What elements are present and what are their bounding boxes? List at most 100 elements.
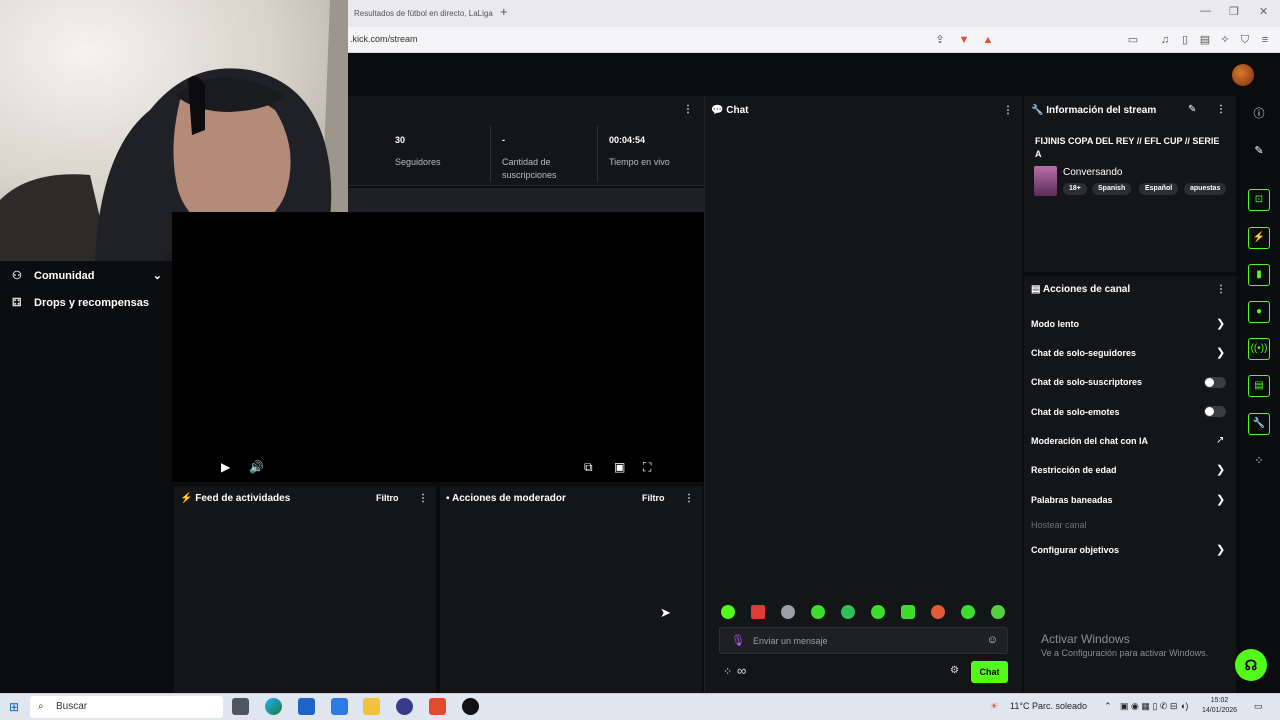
stats-kebab-icon[interactable]: ⋮: [683, 104, 693, 115]
weather-text[interactable]: 11°C Parc. soleado: [1010, 701, 1087, 711]
taskbar-search-input[interactable]: ⌕ Buscar: [30, 696, 223, 718]
obs-icon[interactable]: [396, 698, 413, 715]
channel-actions-kebab-icon[interactable]: ⋮: [1216, 284, 1226, 295]
category-thumbnail[interactable]: [1034, 166, 1057, 196]
chat-points-icon[interactable]: ⁘: [723, 665, 732, 678]
emote-icon[interactable]: [811, 605, 825, 619]
chat-kebab-icon[interactable]: ⋮: [1003, 105, 1013, 116]
live-time-label: Tiempo en vivo: [609, 157, 670, 167]
menu-icon[interactable]: ≡: [1258, 33, 1272, 47]
weather-icon[interactable]: ☀: [990, 701, 998, 712]
tag-badge[interactable]: 18+: [1063, 183, 1087, 195]
tag-badge[interactable]: Español: [1139, 183, 1179, 195]
brave-icon[interactable]: [429, 698, 446, 715]
browser-tab[interactable]: Resultados de fútbol en directo, LaLiga: [348, 3, 498, 25]
action-slow-mode[interactable]: Modo lento: [1031, 319, 1079, 329]
help-support-button[interactable]: ☊: [1235, 649, 1267, 681]
emote-icon[interactable]: [841, 605, 855, 619]
brave-rewards-icon[interactable]: ▲: [981, 33, 995, 47]
volume-icon[interactable]: 🔊: [249, 460, 264, 474]
file-explorer-icon[interactable]: [363, 698, 380, 715]
bolt-icon[interactable]: ⚡: [1248, 227, 1270, 249]
window-minimize-button[interactable]: —: [1200, 5, 1211, 17]
emote-icon[interactable]: [961, 605, 975, 619]
wrench-icon[interactable]: 🔧: [1248, 413, 1270, 435]
edge-icon[interactable]: [265, 698, 282, 715]
emote-icon[interactable]: [991, 605, 1005, 619]
document-icon[interactable]: ▮: [1248, 264, 1270, 286]
taskbar-clock[interactable]: 15:02 14/01/2026: [1202, 696, 1237, 716]
broadcast-icon[interactable]: ((•)): [1248, 338, 1270, 360]
tag-badge[interactable]: Spanish: [1092, 183, 1132, 195]
feed-kebab-icon[interactable]: ⋮: [418, 493, 428, 504]
emote-icon[interactable]: [721, 605, 735, 619]
sidebar-item-comunidad[interactable]: ⚇ Comunidad ⌄: [12, 269, 162, 282]
theater-mode-icon[interactable]: ▣: [614, 460, 625, 474]
sidebar-toggle-icon[interactable]: ▯: [1178, 33, 1192, 47]
followers-label: Seguidores: [395, 157, 441, 167]
task-view-icon[interactable]: [232, 698, 249, 715]
window-close-button[interactable]: ✕: [1259, 5, 1268, 18]
chevron-right-icon[interactable]: ❯: [1216, 317, 1225, 330]
windows-start-icon[interactable]: ⊞: [9, 700, 19, 714]
mail-icon[interactable]: [331, 698, 348, 715]
screenshot-icon[interactable]: ▭: [1126, 33, 1140, 47]
action-followers-only[interactable]: Chat de solo-seguidores: [1031, 348, 1136, 358]
chevron-right-icon[interactable]: ❯: [1216, 346, 1225, 359]
wallet-icon[interactable]: ▤: [1198, 33, 1212, 47]
emote-icon[interactable]: [751, 605, 765, 619]
media-icon[interactable]: ♫: [1158, 33, 1172, 47]
chat-icon[interactable]: ●: [1248, 301, 1270, 323]
pencil-icon[interactable]: ✎: [1248, 140, 1270, 162]
chevron-right-icon[interactable]: ❯: [1216, 493, 1225, 506]
miniplayer-icon[interactable]: ⧉: [584, 460, 593, 475]
fullscreen-icon[interactable]: ⛶: [643, 460, 651, 475]
brave-shield-icon[interactable]: ▼: [957, 33, 971, 47]
leo-icon[interactable]: ✧: [1218, 33, 1232, 47]
new-tab-button[interactable]: +: [500, 4, 508, 19]
notifications-icon[interactable]: ▭: [1254, 701, 1263, 712]
stat-divider: [597, 126, 598, 182]
tray-app-icons[interactable]: ▣ ◉ ▦ ▯ ✆ ⊟ ◖): [1120, 701, 1188, 712]
app-icon[interactable]: [462, 698, 479, 715]
mod-filter-button[interactable]: Filtro: [642, 493, 665, 503]
microphone-icon[interactable]: 🎙: [731, 634, 745, 647]
play-icon[interactable]: ▶: [221, 460, 230, 474]
chat-send-button[interactable]: Chat: [971, 661, 1008, 683]
action-age-restriction[interactable]: Restricción de edad: [1031, 465, 1117, 475]
emote-icon[interactable]: [871, 605, 885, 619]
stream-info-kebab-icon[interactable]: ⋮: [1216, 104, 1226, 115]
camera-icon[interactable]: ⊡: [1248, 189, 1270, 211]
subscribers-only-toggle[interactable]: [1204, 377, 1226, 388]
chat-settings-gear-icon[interactable]: ⚙: [950, 665, 959, 676]
emote-icon[interactable]: [931, 605, 945, 619]
url-text[interactable]: .kick.com/stream: [350, 34, 418, 44]
edit-pencil-icon[interactable]: ✎: [1188, 104, 1196, 115]
action-configure-goals[interactable]: Configurar objetivos: [1031, 545, 1119, 555]
external-link-icon[interactable]: ↗: [1216, 435, 1224, 446]
store-icon[interactable]: [298, 698, 315, 715]
sidebar-item-drops[interactable]: ⚃ Drops y recompensas: [12, 296, 149, 309]
category-name[interactable]: Conversando: [1063, 167, 1122, 178]
emote-icon[interactable]: [781, 605, 795, 619]
chevron-right-icon[interactable]: ❯: [1216, 463, 1225, 476]
video-player[interactable]: [172, 212, 704, 482]
info-icon[interactable]: ⓘ: [1248, 103, 1270, 125]
emotes-only-toggle[interactable]: [1204, 406, 1226, 417]
emoji-icon[interactable]: ☺: [987, 634, 998, 646]
tray-chevron-icon[interactable]: ⌃: [1104, 701, 1112, 712]
window-restore-button[interactable]: ❐: [1229, 5, 1239, 18]
user-avatar[interactable]: [1232, 64, 1254, 86]
vpn-icon[interactable]: ⛉: [1238, 33, 1252, 47]
layout-icon[interactable]: ▤: [1248, 375, 1270, 397]
tag-badge[interactable]: apuestas: [1184, 183, 1226, 195]
action-banned-words[interactable]: Palabras baneadas: [1031, 495, 1113, 505]
emote-icon[interactable]: [901, 605, 915, 619]
chevron-right-icon[interactable]: ❯: [1216, 543, 1225, 556]
mod-kebab-icon[interactable]: ⋮: [684, 493, 694, 504]
chat-message-input[interactable]: 🎙 Enviar un mensaje ☺: [719, 627, 1008, 654]
feed-filter-button[interactable]: Filtro: [376, 493, 399, 503]
share-icon[interactable]: ⇪: [933, 33, 947, 47]
action-ai-moderation[interactable]: Moderación del chat con IA: [1031, 436, 1148, 446]
extensions-icon[interactable]: ⁘: [1248, 450, 1270, 472]
